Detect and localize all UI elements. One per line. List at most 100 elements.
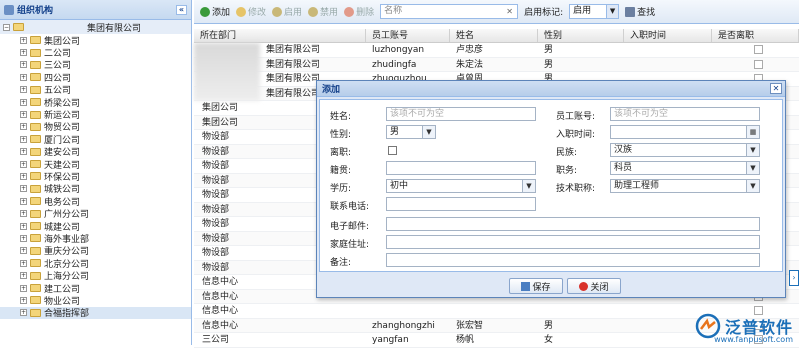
col-gender[interactable]: 性别 [538,29,624,42]
search-button[interactable]: 查找 [625,5,655,18]
flag-select[interactable]: 启用 ▼ [569,4,620,19]
tree-item[interactable]: + 北京分公司 [0,257,191,270]
search-input[interactable]: 名称 ✕ [380,4,519,19]
expand-node-icon[interactable]: + [20,148,27,156]
duty-select[interactable]: 科员 ▼ [610,161,760,175]
collapse-node-icon[interactable]: − [3,23,10,31]
tree-item-label: 环保公司 [44,173,81,183]
expand-node-icon[interactable]: + [20,272,27,280]
expand-node-icon[interactable]: + [20,172,27,180]
tree-item[interactable]: + 海外事业部 [0,232,191,245]
tree-item[interactable]: + 建安公司 [0,146,191,158]
expand-node-icon[interactable]: + [20,284,27,292]
expand-node-icon[interactable]: + [20,123,27,131]
expand-node-icon[interactable]: + [20,135,27,143]
tree-item[interactable]: + 合福指挥部 [0,306,191,319]
tree-item[interactable]: + 新运公司 [0,108,191,121]
add-button[interactable]: 添加 [200,5,230,18]
chevron-down-icon[interactable]: ▼ [606,5,619,18]
delete-button[interactable]: 删除 [344,5,374,18]
tree-item[interactable]: + 物贸公司 [0,121,191,133]
expand-node-icon[interactable]: + [20,111,27,119]
clear-icon[interactable]: ✕ [504,6,515,17]
resigned-checkbox[interactable] [754,45,763,54]
expand-node-icon[interactable]: + [20,98,27,106]
tree-item[interactable]: + 桥梁公司 [0,96,191,109]
hire-date-field[interactable]: ▦ [610,125,760,139]
tree-item[interactable]: + 四公司 [0,71,191,84]
tree-item[interactable]: + 电务公司 [0,195,191,208]
note-field[interactable] [386,253,760,267]
expand-node-icon[interactable]: + [20,61,27,69]
expand-node-icon[interactable]: + [20,296,27,304]
phone-field[interactable] [386,197,536,211]
expand-node-icon[interactable]: + [20,160,27,168]
tree-item[interactable]: + 环保公司 [0,170,191,183]
tree-item[interactable]: + 三公司 [0,59,191,71]
chevron-down-icon[interactable]: ▼ [746,180,759,192]
tree-item[interactable]: + 广州分公司 [0,207,191,220]
ethnic-select[interactable]: 汉族 ▼ [610,143,760,157]
tree-item[interactable]: + 城建公司 [0,220,191,233]
tree-item[interactable]: + 厦门公司 [0,133,191,146]
table-cell: 三公司 [202,335,230,345]
search-icon [625,6,636,17]
collapse-icon[interactable]: « [176,5,187,15]
tree-item-label: 建安公司 [44,148,81,159]
native-field[interactable] [386,161,536,175]
title-select[interactable]: 助理工程师 ▼ [610,179,760,193]
email-field[interactable] [386,217,760,231]
col-hire-date[interactable]: 入职时间 [624,29,712,42]
expand-node-icon[interactable]: + [20,309,27,317]
expand-node-icon[interactable]: + [20,36,27,44]
tree-item[interactable]: + 天建公司 [0,158,191,171]
tree-item[interactable]: + 五公司 [0,84,191,96]
expand-node-icon[interactable]: + [20,197,27,205]
tree-item-label: 四公司 [44,73,72,84]
tree-item-label: 厦门公司 [44,135,81,146]
expand-node-icon[interactable]: + [20,73,27,81]
chevron-down-icon[interactable]: ▼ [746,162,759,174]
tree-item[interactable]: + 物业公司 [0,294,191,307]
col-resigned[interactable]: 是否离职 [712,29,799,42]
expand-node-icon[interactable]: + [20,210,27,218]
col-department[interactable]: 所在部门 [194,29,366,42]
account-field[interactable]: 该项不可为空 [610,107,760,121]
tree-item[interactable]: + 集团公司 [0,34,191,47]
expand-node-icon[interactable]: + [20,259,27,267]
close-icon[interactable]: ✕ [770,83,782,94]
tree-item[interactable]: + 城铁公司 [0,183,191,195]
edu-select[interactable]: 初中 ▼ [386,179,536,193]
tree-root[interactable]: − 集团有限公司 [0,20,191,34]
tree-item[interactable]: + 建工公司 [0,282,191,295]
table-row[interactable]: 集团有限公司 luzhongyan 卢忠彦男 [194,43,799,58]
expand-node-icon[interactable]: + [20,49,27,57]
save-button[interactable]: 保存 [509,278,563,294]
enable-button[interactable]: 启用 [272,5,302,18]
col-account[interactable]: 员工账号 [366,29,450,42]
expand-node-icon[interactable]: + [20,185,27,193]
chevron-down-icon[interactable]: ▼ [522,180,535,192]
edit-button[interactable]: 修改 [236,5,266,18]
redacted-area [194,43,260,101]
close-button[interactable]: 关闭 [567,278,621,294]
expand-node-icon[interactable]: + [20,86,27,94]
chevron-down-icon[interactable]: ▼ [746,144,759,156]
expand-node-icon[interactable]: + [20,234,27,242]
resigned-checkbox[interactable] [388,146,397,155]
tree-item[interactable]: + 上海分公司 [0,269,191,282]
address-field[interactable] [386,235,760,249]
gender-select[interactable]: 男 ▼ [386,125,436,139]
resigned-checkbox[interactable] [754,59,763,69]
col-name[interactable]: 姓名 [450,29,538,42]
table-row[interactable]: 集团有限公司 zhudingfa 朱定法男 [194,57,799,72]
tree-item[interactable]: + 二公司 [0,46,191,59]
calendar-icon[interactable]: ▦ [746,126,759,138]
expand-node-icon[interactable]: + [20,247,27,255]
expand-node-icon[interactable]: + [20,222,27,230]
side-tab-icon[interactable]: › [789,270,799,286]
tree-item[interactable]: + 重庆分公司 [0,245,191,257]
name-field[interactable]: 该项不可为空 [386,107,536,121]
disable-button[interactable]: 禁用 [308,5,338,18]
chevron-down-icon[interactable]: ▼ [422,126,435,138]
